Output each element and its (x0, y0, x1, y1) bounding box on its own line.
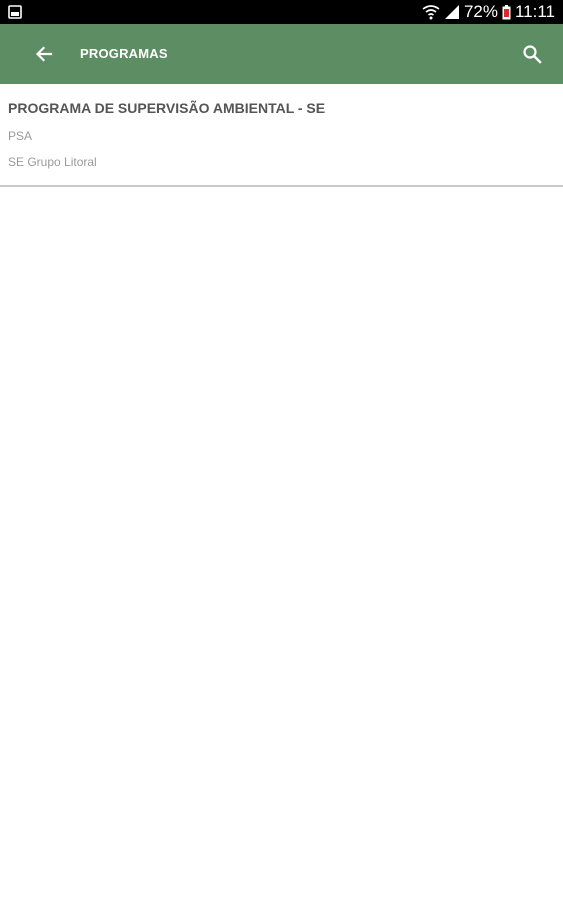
program-list-item[interactable]: PROGRAMA DE SUPERVISÃO AMBIENTAL - SE PS… (0, 84, 563, 187)
program-list: PROGRAMA DE SUPERVISÃO AMBIENTAL - SE PS… (0, 84, 563, 187)
program-code: PSA (8, 129, 33, 143)
battery-icon (502, 4, 511, 19)
program-group: SE Grupo Litoral (8, 155, 97, 169)
back-button[interactable] (27, 37, 61, 71)
app-bar: PROGRAMAS (0, 24, 563, 84)
status-bar: 72% 11:11 (0, 0, 563, 24)
wifi-icon (422, 5, 440, 20)
search-icon (523, 45, 542, 64)
signal-icon (444, 5, 459, 19)
clock: 11:11 (514, 2, 555, 21)
program-title: PROGRAMA DE SUPERVISÃO AMBIENTAL - SE (8, 100, 326, 116)
search-button[interactable] (515, 37, 549, 71)
gallery-icon (8, 5, 22, 19)
battery-percent: 72% (463, 2, 498, 21)
page-title: PROGRAMAS (80, 46, 168, 61)
arrow-left-icon (35, 46, 53, 62)
